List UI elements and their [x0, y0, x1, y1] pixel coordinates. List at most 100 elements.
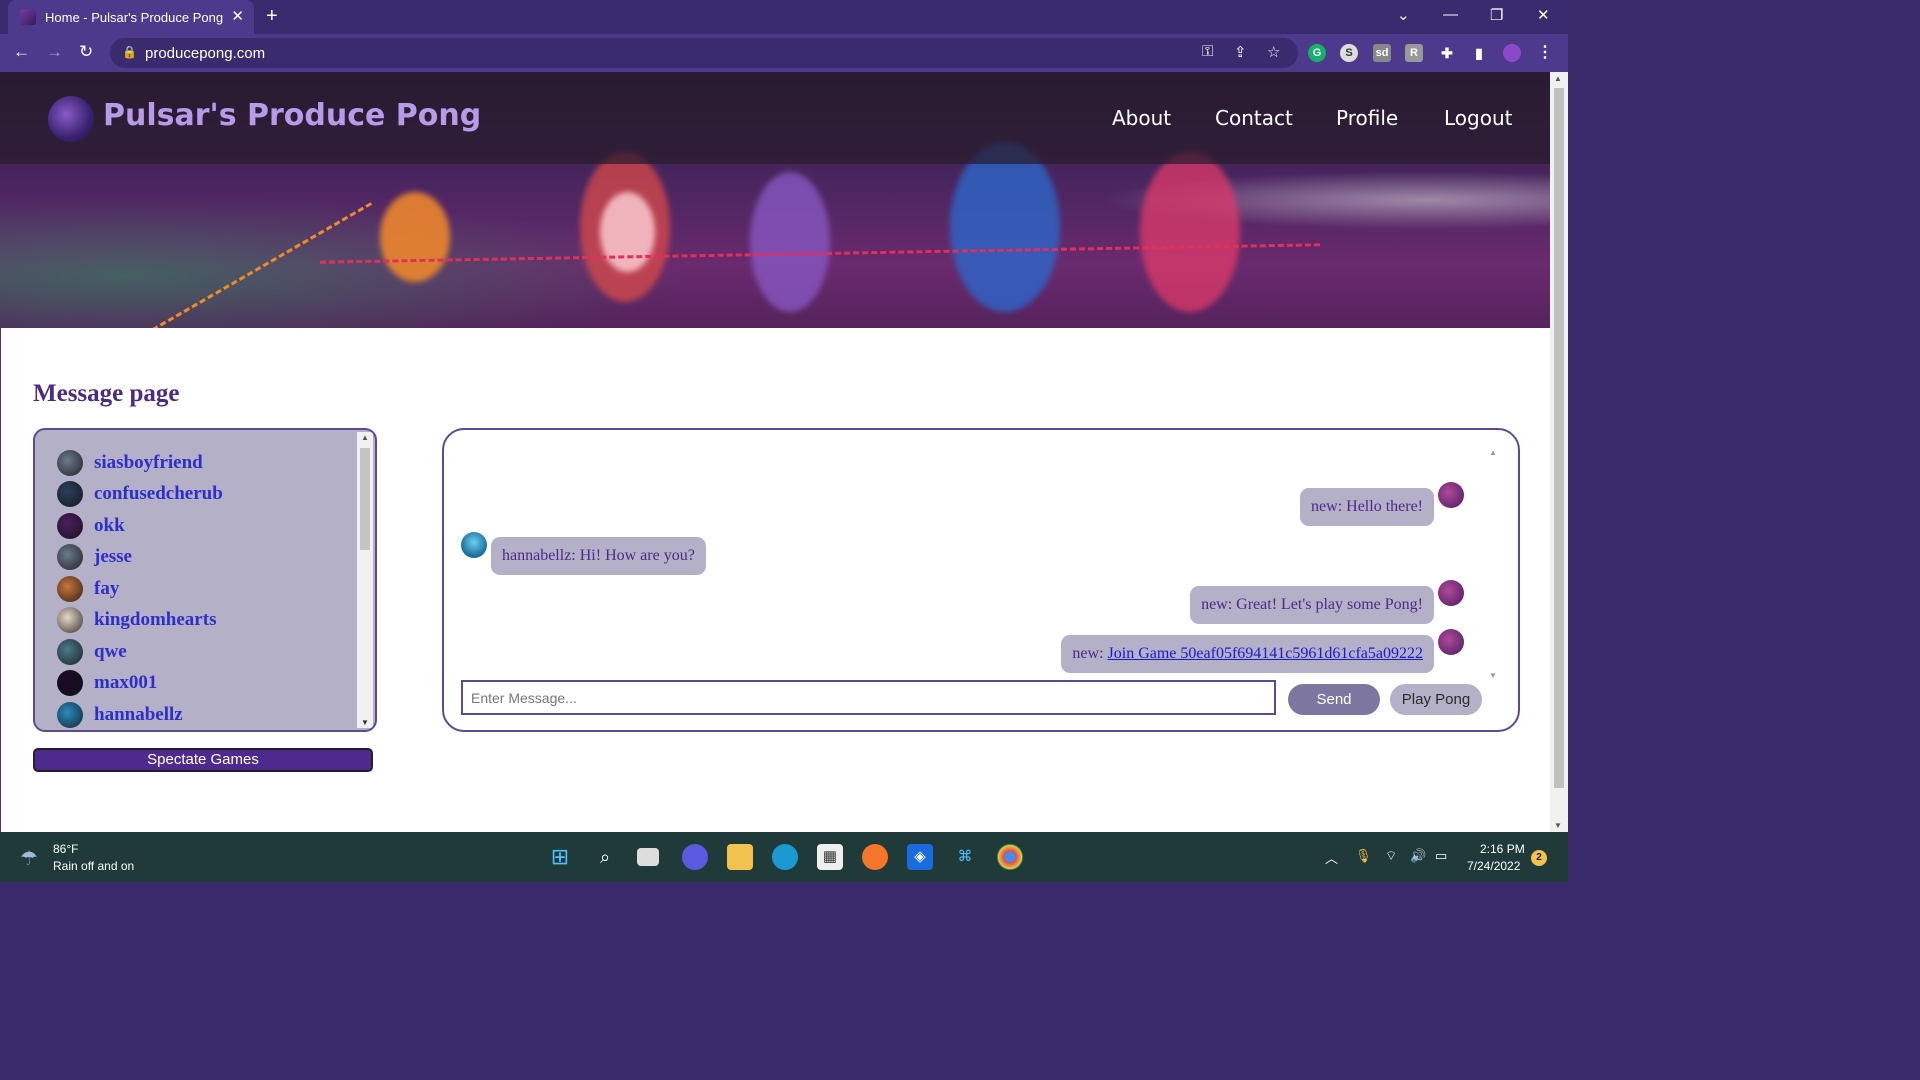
user-name[interactable]: hannabellz [94, 704, 183, 726]
user-item-fay[interactable]: fay [57, 576, 347, 604]
user-name[interactable]: kingdomhearts [94, 609, 216, 631]
weather-temperature[interactable]: 86°F [53, 842, 78, 856]
nav-about[interactable]: About [1112, 106, 1171, 130]
r-extension-icon[interactable]: R [1405, 44, 1423, 62]
vscode-icon[interactable]: ⌘ [952, 844, 978, 870]
edge-browser-icon[interactable] [772, 844, 798, 870]
grammarly-extension-icon[interactable]: G [1308, 44, 1326, 62]
spectate-games-button[interactable]: Spectate Games [33, 748, 373, 772]
avatar [57, 544, 83, 570]
page-viewport: Pulsar's Produce Pong About Contact Prof… [0, 72, 1550, 832]
user-item-hannabellz[interactable]: hannabellz [57, 702, 347, 730]
avatar [57, 576, 83, 602]
bookmark-star-icon[interactable]: ☆ [1267, 43, 1280, 61]
user-item-jesse[interactable]: jesse [57, 544, 347, 572]
notification-badge[interactable]: 2 [1531, 850, 1547, 866]
chat-scrollbar[interactable]: ▲ ▼ [1486, 448, 1500, 680]
s-extension-icon[interactable]: S [1340, 44, 1358, 62]
user-name[interactable]: confusedcherub [94, 483, 223, 505]
dropbox-icon[interactable]: ◈ [907, 844, 933, 870]
teams-chat-icon[interactable] [682, 844, 708, 870]
user-list: siasboyfriend confusedcherub okk jesse f… [33, 428, 377, 732]
user-name[interactable]: jesse [94, 546, 132, 568]
avatar [57, 639, 83, 665]
browser-menu-icon[interactable]: ⋮ [1536, 44, 1554, 62]
nav-profile[interactable]: Profile [1336, 106, 1398, 130]
user-item-max001[interactable]: max001 [57, 670, 347, 698]
reload-icon[interactable]: ↻ [79, 42, 93, 62]
avatar [57, 450, 83, 476]
new-tab-icon[interactable]: + [266, 5, 278, 28]
user-item-kingdomhearts[interactable]: kingdomhearts [57, 607, 347, 635]
profile-avatar[interactable] [1503, 44, 1521, 62]
scroll-up-icon[interactable]: ▲ [361, 433, 369, 442]
task-view-icon[interactable] [637, 848, 659, 866]
scroll-down-icon[interactable]: ▼ [361, 718, 369, 727]
tab-close-icon[interactable]: ✕ [231, 7, 244, 25]
avatar [57, 702, 83, 728]
chat-panel: new: Hello there! hannabellz: Hi! How ar… [442, 428, 1520, 732]
user-name[interactable]: max001 [94, 672, 157, 694]
avatar [461, 532, 487, 558]
microphone-icon[interactable]: 🎙 [1355, 848, 1372, 864]
user-item-siasboyfriend[interactable]: siasboyfriend [57, 450, 347, 478]
user-item-qwe[interactable]: qwe [57, 639, 347, 667]
window-close-icon[interactable]: ✕ [1537, 6, 1550, 24]
scroll-up-icon[interactable]: ▲ [1554, 74, 1562, 83]
user-item-confusedcherub[interactable]: confusedcherub [57, 481, 347, 509]
key-icon[interactable]: ⚿ [1202, 43, 1213, 60]
sd-extension-icon[interactable]: sd [1373, 44, 1391, 62]
share-icon[interactable]: ⇪ [1234, 43, 1247, 61]
microsoft-store-icon[interactable]: ▦ [817, 844, 843, 870]
scroll-down-icon[interactable]: ▼ [1489, 671, 1497, 680]
clock-date[interactable]: 7/24/2022 [1467, 859, 1520, 873]
page-scrollbar[interactable]: ▲ ▼ [1550, 72, 1568, 832]
chat-message: new: Great! Let's play some Pong! [1190, 586, 1434, 624]
weather-condition[interactable]: Rain off and on [53, 859, 134, 873]
extensions-puzzle-icon[interactable]: ✚ [1438, 44, 1456, 62]
avatar [1438, 580, 1464, 606]
side-panel-icon[interactable]: ▮ [1470, 44, 1488, 62]
address-bar[interactable]: 🔒 producepong.com ⚿ ⇪ ☆ [110, 38, 1298, 68]
nav-logout[interactable]: Logout [1444, 106, 1512, 130]
site-title[interactable]: Pulsar's Produce Pong [103, 98, 481, 133]
pulsar-logo-icon[interactable] [48, 96, 94, 142]
chrome-icon[interactable] [997, 844, 1023, 870]
avatar [57, 607, 83, 633]
clock-time[interactable]: 2:16 PM [1480, 842, 1525, 856]
avatar [1438, 629, 1464, 655]
message-input[interactable] [461, 680, 1276, 715]
user-name[interactable]: fay [94, 578, 119, 600]
restore-icon[interactable]: ❐ [1490, 6, 1503, 24]
scrollbar-thumb[interactable] [360, 448, 370, 550]
firefox-icon[interactable] [862, 844, 888, 870]
user-list-scrollbar[interactable]: ▲ ▼ [357, 432, 373, 728]
minimize-icon[interactable]: — [1443, 6, 1458, 23]
user-name[interactable]: qwe [94, 641, 127, 663]
play-pong-button[interactable]: Play Pong [1390, 684, 1482, 715]
tab-search-icon[interactable]: ⌄ [1397, 6, 1410, 24]
user-name[interactable]: siasboyfriend [94, 452, 203, 474]
browser-tab[interactable]: Home - Pulsar's Produce Pong ✕ [8, 0, 254, 34]
wifi-icon[interactable]: ⌔ [1385, 848, 1397, 864]
forward-icon[interactable]: → [46, 42, 63, 62]
scrollbar-thumb[interactable] [1554, 88, 1564, 788]
chevron-up-icon[interactable]: ︿ [1325, 848, 1338, 867]
rain-umbrella-icon[interactable]: ☂ [20, 846, 38, 871]
search-icon[interactable]: ⌕ [592, 844, 618, 870]
scroll-up-icon[interactable]: ▲ [1489, 448, 1497, 457]
scroll-down-icon[interactable]: ▼ [1554, 821, 1562, 830]
user-name[interactable]: okk [94, 515, 125, 537]
back-icon[interactable]: ← [13, 42, 30, 62]
start-windows-icon[interactable]: ⊞ [547, 844, 573, 870]
nav-contact[interactable]: Contact [1215, 106, 1293, 130]
send-button[interactable]: Send [1288, 684, 1380, 715]
battery-icon[interactable]: ▭ [1435, 848, 1447, 864]
site-favicon-icon [20, 9, 36, 25]
file-explorer-icon[interactable] [727, 844, 753, 870]
volume-icon[interactable]: 🔊 [1410, 848, 1426, 864]
join-game-link[interactable]: Join Game 50eaf05f694141c5961d61cfa5a092… [1108, 645, 1423, 662]
user-item-okk[interactable]: okk [57, 513, 347, 541]
hero-banner: Pulsar's Produce Pong About Contact Prof… [0, 72, 1550, 328]
chat-message: hannabellz: Hi! How are you? [491, 537, 706, 575]
